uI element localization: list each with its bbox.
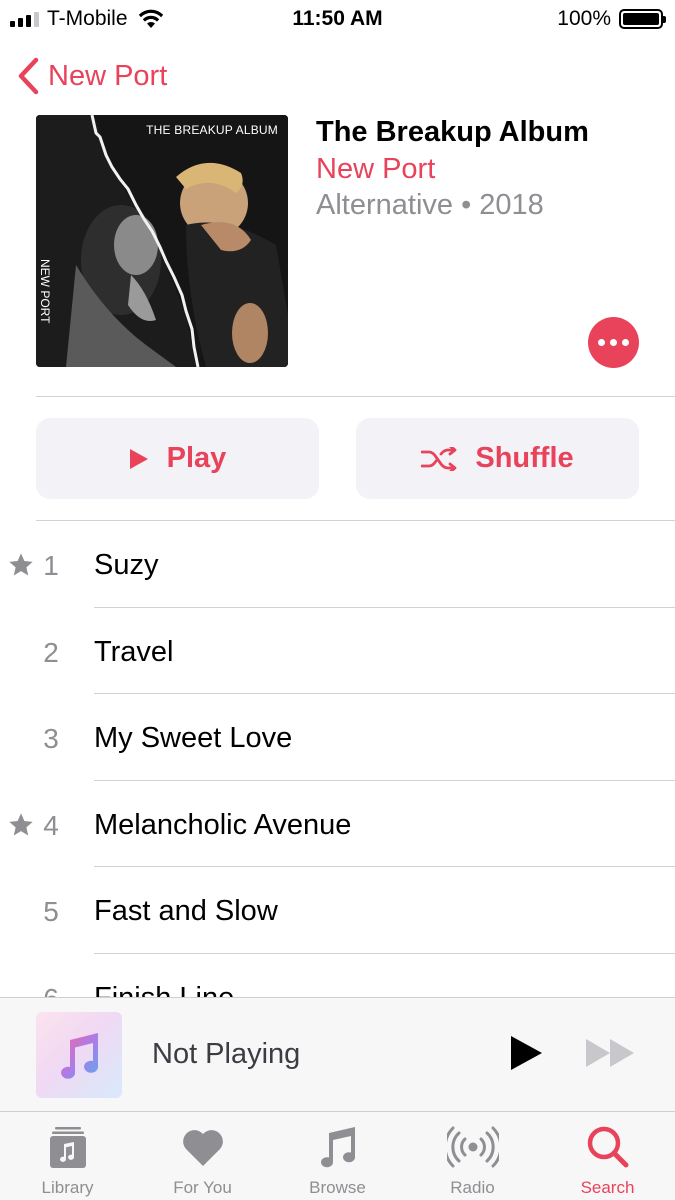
ellipsis-icon [598, 339, 605, 346]
track-row[interactable]: 3 My Sweet Love [0, 694, 675, 781]
track-title: Melancholic Avenue [94, 808, 352, 841]
tab-label: Search [580, 1178, 635, 1197]
search-icon [587, 1126, 628, 1168]
track-number: 4 [43, 809, 59, 841]
tab-label: Library [41, 1178, 94, 1197]
tab-library[interactable]: Library [0, 1112, 135, 1200]
tab-for-you[interactable]: For You [135, 1112, 270, 1200]
shuffle-label: Shuffle [475, 442, 574, 474]
track-list: 1 Suzy 2 Travel 3 My Sweet Love 4 Melanc… [0, 521, 675, 997]
play-button[interactable]: Play [36, 418, 319, 499]
album-artist-link[interactable]: New Port [316, 153, 435, 186]
track-row[interactable]: 6 Finish Line [0, 954, 675, 998]
radio-icon [446, 1126, 499, 1168]
tab-search[interactable]: Search [540, 1112, 675, 1200]
back-label: New Port [48, 59, 168, 92]
star-icon [9, 812, 33, 835]
album-artwork[interactable]: THE BREAKUP ALBUM NEW PORT [36, 115, 288, 367]
album-artwork-image [36, 115, 288, 367]
album-genre-year: Alternative • 2018 [316, 189, 544, 221]
tab-radio[interactable]: Radio [405, 1112, 540, 1200]
chevron-left-icon [18, 57, 39, 95]
track-title: My Sweet Love [94, 722, 293, 754]
track-number: 2 [43, 636, 59, 668]
tab-browse[interactable]: Browse [270, 1112, 405, 1200]
play-icon[interactable] [508, 1035, 544, 1071]
track-row[interactable]: 5 Fast and Slow [0, 867, 675, 954]
music-note-icon [61, 1033, 99, 1079]
play-label: Play [166, 442, 227, 474]
back-button[interactable]: New Port [14, 56, 167, 96]
battery-percentage: 100% [557, 7, 611, 30]
tab-label: Browse [309, 1178, 366, 1197]
status-bar: T-Mobile 11:50 AM 100% [0, 0, 675, 40]
library-icon [49, 1127, 86, 1168]
track-number: 3 [43, 723, 59, 754]
status-right: 100% [557, 6, 666, 32]
album-title: The Breakup Album [316, 116, 589, 148]
shuffle-icon [421, 446, 457, 471]
music-note-icon [320, 1127, 355, 1168]
track-number: 1 [43, 550, 59, 581]
divider [36, 396, 675, 397]
tab-label: For You [173, 1178, 232, 1197]
track-number: 5 [43, 896, 59, 927]
battery-icon [619, 9, 666, 29]
track-title: Finish Line [94, 982, 234, 998]
heart-icon [182, 1130, 223, 1166]
mini-player[interactable]: Not Playing [0, 997, 675, 1111]
fast-forward-icon[interactable] [584, 1038, 636, 1068]
track-title: Suzy [94, 549, 159, 581]
track-title: Travel [94, 635, 174, 668]
now-playing-title: Not Playing [152, 1038, 301, 1070]
tab-bar: Library For You Browse Radio Search [0, 1111, 675, 1200]
track-number: 6 [36, 983, 66, 998]
mini-player-artwork [36, 1012, 122, 1098]
star-icon [9, 553, 33, 576]
artwork-artist-text: NEW PORT [38, 259, 52, 324]
artwork-title-text: THE BREAKUP ALBUM [146, 123, 278, 137]
track-title: Fast and Slow [94, 895, 278, 927]
track-row[interactable]: 4 Melancholic Avenue [0, 781, 675, 867]
shuffle-button[interactable]: Shuffle [356, 418, 639, 499]
play-icon [129, 448, 149, 470]
track-row[interactable]: 2 Travel [0, 608, 675, 694]
track-row[interactable]: 1 Suzy [0, 521, 675, 608]
more-options-button[interactable] [588, 317, 639, 368]
tab-label: Radio [450, 1178, 495, 1197]
